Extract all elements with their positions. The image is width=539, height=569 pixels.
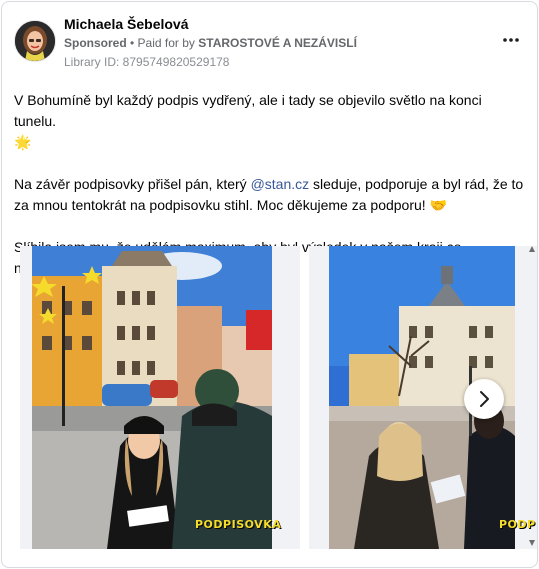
handshake-emoji: 🤝 xyxy=(429,197,448,213)
media-carousel: PODPISOVKA PODP xyxy=(2,246,537,549)
carousel-next-button[interactable] xyxy=(464,379,504,419)
sponsored-label: Sponsored xyxy=(64,36,127,50)
paragraph-2-text-start: Na závěr podpisovky přišel pán, který xyxy=(14,176,251,192)
paragraph-1-text: V Bohumíně byl každý podpis vydřený, ale… xyxy=(14,92,482,129)
mention-link[interactable]: @stan.cz xyxy=(251,176,310,192)
street-photo-image xyxy=(32,246,272,549)
slide-photo xyxy=(32,246,272,549)
chevron-right-icon xyxy=(480,391,489,407)
payer-name[interactable]: STAROSTOVÉ A NEZÁVISLÍ xyxy=(198,36,357,50)
library-id: Library ID: 8795749820529178 xyxy=(64,55,230,69)
ad-card: Michaela Šebelová Sponsored • Paid for b… xyxy=(1,1,538,568)
scrollbar-thumb xyxy=(529,246,535,546)
paid-for-prefix: Paid for by xyxy=(137,36,199,50)
author-name[interactable]: Michaela Šebelová xyxy=(64,16,189,32)
sparkle-emoji: 🌟 xyxy=(14,134,32,150)
sponsored-line: Sponsored • Paid for by STAROSTOVÉ A NEZ… xyxy=(64,36,357,50)
avatar[interactable] xyxy=(14,20,56,62)
post-paragraph-1: V Bohumíně byl každý podpis vydřený, ale… xyxy=(14,90,526,153)
post-header: Michaela Šebelová Sponsored • Paid for b… xyxy=(2,2,537,74)
scrollbar[interactable] xyxy=(529,246,535,546)
more-horizontal-icon xyxy=(503,38,519,42)
post-paragraph-2: Na závěr podpisovky přišel pán, který @s… xyxy=(14,174,526,216)
slide-overlay-text: PODPISOVKA xyxy=(195,518,282,531)
avatar-photo xyxy=(15,21,55,61)
carousel-slide[interactable]: PODPISOVKA xyxy=(20,246,300,549)
more-options-button[interactable] xyxy=(499,30,523,50)
meta-separator: • xyxy=(126,36,138,50)
